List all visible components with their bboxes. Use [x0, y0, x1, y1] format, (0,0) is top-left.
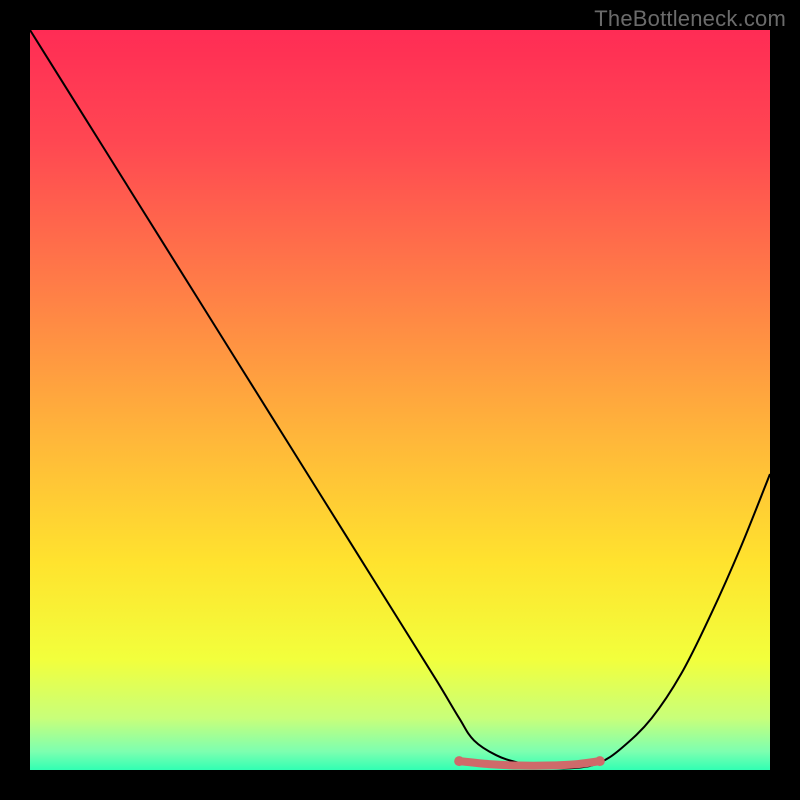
optimal-band-endpoint-left	[454, 756, 464, 766]
gradient-background	[30, 30, 770, 770]
curve-optimal-band	[459, 761, 600, 766]
watermark-label: TheBottleneck.com	[594, 6, 786, 32]
chart-frame: TheBottleneck.com	[0, 0, 800, 800]
bottleneck-chart	[30, 30, 770, 770]
optimal-band-endpoint-right	[595, 756, 605, 766]
plot-area	[30, 30, 770, 770]
